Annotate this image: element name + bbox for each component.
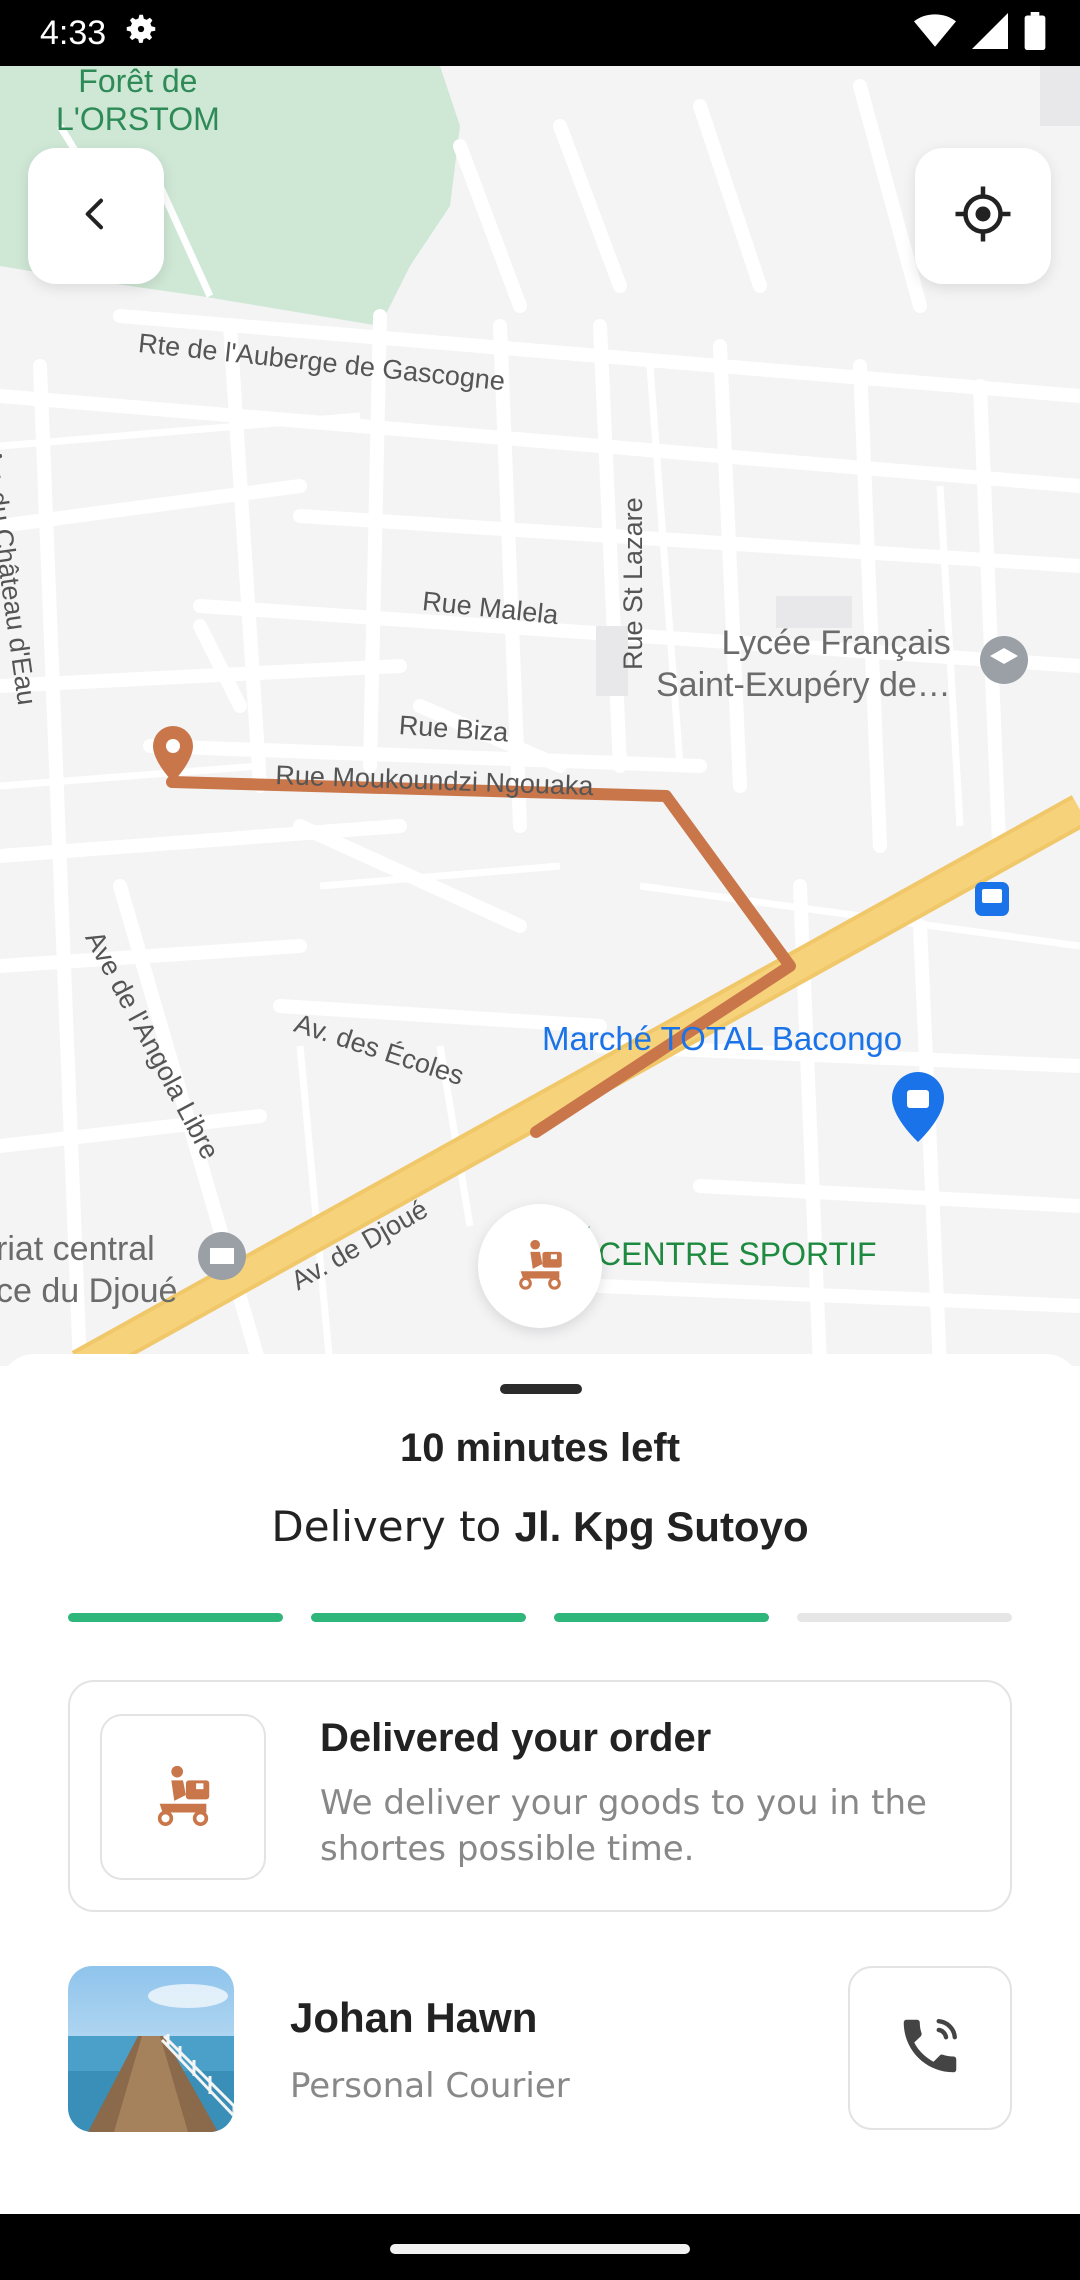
back-button[interactable] bbox=[28, 148, 164, 284]
courier-name: Johan Hawn bbox=[290, 1994, 538, 2041]
status-bar: 4:33 bbox=[0, 0, 1080, 66]
progress-step-2 bbox=[311, 1613, 526, 1622]
progress-step-4 bbox=[797, 1613, 1012, 1622]
status-time: 4:33 bbox=[40, 13, 107, 52]
phone-icon bbox=[895, 2011, 965, 2086]
call-courier-button[interactable] bbox=[848, 1966, 1012, 2130]
delivery-destination: Delivery to Jl. Kpg Sutoyo bbox=[0, 1502, 1080, 1551]
scooter-courier-icon bbox=[511, 1235, 569, 1298]
delivery-prefix: Delivery to bbox=[271, 1502, 515, 1551]
sheet-drag-handle[interactable] bbox=[500, 1384, 582, 1394]
wifi-icon bbox=[914, 13, 956, 54]
courier-avatar bbox=[68, 1966, 234, 2132]
status-icon-box bbox=[100, 1714, 266, 1880]
progress-step-1 bbox=[68, 1613, 283, 1622]
chevron-left-icon bbox=[76, 194, 116, 239]
map-label-lycee: Lycée Français Saint-Exupéry de… bbox=[656, 624, 951, 704]
time-left-title: 10 minutes left bbox=[399, 1426, 681, 1470]
locate-button[interactable] bbox=[915, 148, 1051, 284]
delivery-map[interactable]: Forêt de L'ORSTOM Rte de l'Auberge de Ga… bbox=[0, 66, 1080, 1366]
home-gesture-handle[interactable] bbox=[390, 2244, 690, 2254]
map-label-rue-st-lazare: Rue St Lazare bbox=[618, 497, 648, 670]
courier-info: Johan Hawn Personal Courier bbox=[68, 1966, 1012, 2132]
delivery-status-card: Delivered your order We deliver your goo… bbox=[68, 1680, 1012, 1912]
status-description: We deliver your goods to you in the shor… bbox=[320, 1783, 927, 1869]
map-label-secretariat: riat central ce du Djoué bbox=[0, 1230, 178, 1310]
progress-step-3 bbox=[554, 1613, 769, 1622]
scooter-courier-icon bbox=[148, 1760, 218, 1835]
map-label-forest: Forêt de L'ORSTOM bbox=[56, 66, 220, 137]
courier-location-marker[interactable] bbox=[478, 1204, 602, 1328]
delivery-bottom-sheet: 10 minutes left Delivery to Jl. Kpg Suto… bbox=[0, 1354, 1080, 2214]
system-navigation-bar bbox=[0, 2214, 1080, 2280]
battery-icon bbox=[1024, 11, 1046, 55]
delivery-address: Jl. Kpg Sutoyo bbox=[514, 1503, 809, 1550]
map-label-marche: Marché TOTAL Bacongo bbox=[542, 1020, 903, 1057]
delivery-progress-bar bbox=[68, 1613, 1012, 1622]
signal-icon bbox=[972, 12, 1008, 54]
status-title: Delivered your order bbox=[320, 1716, 712, 1760]
courier-role: Personal Courier bbox=[290, 2066, 570, 2106]
crosshair-icon bbox=[953, 184, 1013, 249]
map-label-centre-sportif: CENTRE SPORTIF bbox=[598, 1236, 877, 1272]
settings-icon bbox=[122, 10, 160, 57]
